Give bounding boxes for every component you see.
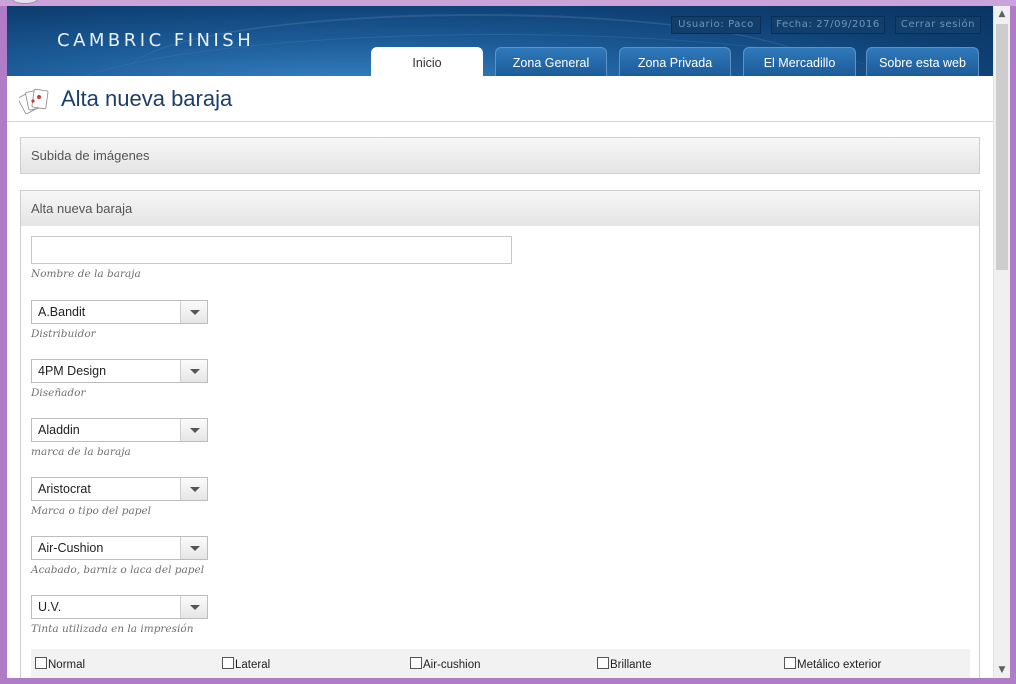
tab-zona-general[interactable]: Zona General — [495, 47, 607, 76]
checkbox[interactable] — [35, 657, 47, 669]
cards-icon — [19, 88, 49, 114]
chevron-down-icon[interactable] — [180, 360, 207, 382]
field-hint: Distribuidor — [31, 328, 96, 340]
scroll-up-icon[interactable]: ▲ — [994, 6, 1010, 22]
field-hint: Diseñador — [31, 387, 86, 399]
checkbox[interactable] — [410, 657, 422, 669]
logout-button[interactable]: Cerrar sesión — [895, 16, 981, 34]
checkbox-air-cushion[interactable]: Air-cushion — [410, 657, 481, 671]
vertical-scrollbar[interactable]: ▲ ▼ — [993, 6, 1010, 678]
field-hint: Marca o tipo del papel — [31, 505, 152, 517]
chevron-down-icon[interactable] — [180, 301, 207, 323]
date-badge: Fecha: 27/09/2016 — [771, 16, 885, 34]
select-value: U.V. — [38, 600, 62, 614]
checkbox-brillante[interactable]: Brillante — [597, 657, 652, 671]
designer-select[interactable]: 4PM Design — [31, 359, 208, 383]
field-hint: Acabado, barniz o laca del papel — [31, 564, 205, 576]
field-hint: Tinta utilizada en la impresión — [31, 623, 194, 635]
select-value: 4PM Design — [38, 364, 107, 378]
site-header: CAMBRIC FINISH Usuario: Paco Fecha: 27/0… — [7, 6, 993, 76]
page-title-bar: Alta nueva baraja — [7, 78, 993, 122]
checkbox-label: Metálico exterior — [797, 659, 882, 671]
site-logo[interactable]: CAMBRIC FINISH — [57, 30, 254, 51]
new-deck-form: Nombre de la baraja A.Bandit Distribuido… — [20, 226, 980, 678]
deck-name-input[interactable] — [31, 236, 512, 264]
checkbox-label: Lateral — [235, 659, 271, 671]
checkbox-metalico-exterior[interactable]: Metálico exterior — [784, 657, 881, 671]
scroll-down-icon[interactable]: ▼ — [994, 662, 1010, 678]
paper-select[interactable]: Aristocrat — [31, 477, 208, 501]
tab-el-mercadillo[interactable]: El Mercadillo — [743, 47, 856, 76]
window-frame: CAMBRIC FINISH Usuario: Paco Fecha: 27/0… — [0, 0, 1016, 684]
chevron-down-icon[interactable] — [180, 596, 207, 618]
tab-sobre-esta-web[interactable]: Sobre esta web — [866, 47, 979, 76]
checkbox-label: Normal — [48, 659, 86, 671]
ink-select[interactable]: U.V. — [31, 595, 208, 619]
checkbox-label: Air-cushion — [423, 659, 481, 671]
tab-inicio[interactable]: Inicio — [371, 47, 483, 76]
checkbox[interactable] — [597, 657, 609, 669]
browser-viewport: CAMBRIC FINISH Usuario: Paco Fecha: 27/0… — [7, 6, 1010, 678]
user-badge: Usuario: Paco — [671, 16, 761, 34]
select-value: A.Bandit — [38, 305, 86, 319]
finish-select[interactable]: Air-Cushion — [31, 536, 208, 560]
checkbox-lateral[interactable]: Lateral — [222, 657, 270, 671]
checkbox-label: Brillante — [610, 659, 652, 671]
finish-checkbox-row: Normal Lateral Air-cushion Brillante Met… — [31, 649, 970, 678]
page-title: Alta nueva baraja — [61, 86, 233, 111]
brand-select[interactable]: Aladdin — [31, 418, 208, 442]
checkbox[interactable] — [222, 657, 234, 669]
checkbox-normal[interactable]: Normal — [35, 657, 85, 671]
window-icon — [12, 0, 38, 4]
scrollbar-thumb[interactable] — [996, 24, 1008, 270]
chevron-down-icon[interactable] — [180, 478, 207, 500]
tab-zona-privada[interactable]: Zona Privada — [619, 47, 731, 76]
panel-header-upload[interactable]: Subida de imágenes — [20, 137, 980, 174]
select-value: Aristocrat — [38, 482, 91, 496]
checkbox[interactable] — [784, 657, 796, 669]
chevron-down-icon[interactable] — [180, 419, 207, 441]
select-value: Air-Cushion — [38, 541, 104, 555]
panel-header-new-deck[interactable]: Alta nueva baraja — [20, 190, 980, 227]
field-hint: Nombre de la baraja — [31, 268, 141, 280]
select-value: Aladdin — [38, 423, 80, 437]
field-hint: marca de la baraja — [31, 446, 131, 458]
distributor-select[interactable]: A.Bandit — [31, 300, 208, 324]
chevron-down-icon[interactable] — [180, 537, 207, 559]
